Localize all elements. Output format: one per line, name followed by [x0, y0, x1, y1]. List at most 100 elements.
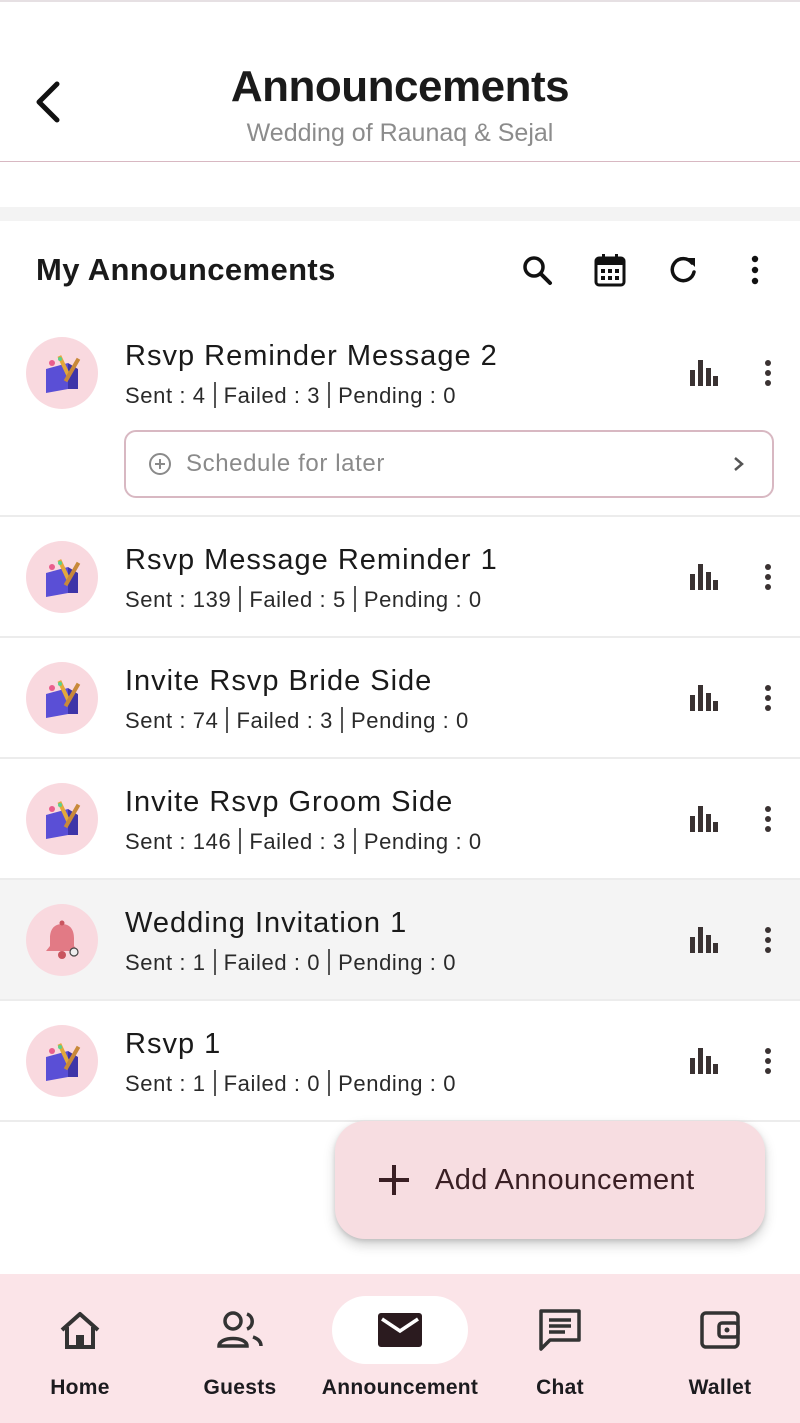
sent-count: Sent : 74 — [125, 708, 219, 733]
sent-count: Sent : 146 — [125, 829, 232, 854]
gift-icon — [46, 680, 81, 718]
pending-count: Pending : 0 — [350, 708, 469, 733]
nav-icon-container — [332, 1296, 468, 1364]
failed-count: Failed : 0 — [223, 950, 321, 975]
item-menu-button[interactable] — [752, 920, 784, 960]
failed-count: Failed : 0 — [223, 1071, 321, 1096]
announcement-avatar — [26, 1025, 98, 1097]
announcement-avatar — [26, 541, 98, 613]
pending-count: Pending : 0 — [363, 829, 482, 854]
announcement-title: Rsvp 1 — [125, 1028, 222, 1060]
more-vertical-icon — [765, 564, 771, 590]
nav-icon-container — [210, 1296, 270, 1364]
failed-count: Failed : 3 — [249, 829, 346, 854]
nav-label: Guests — [203, 1376, 277, 1399]
schedule-label: Schedule for later — [186, 450, 385, 477]
page-subtitle: Wedding of Raunaq & Sejal — [246, 119, 554, 147]
mail-icon — [378, 1313, 422, 1347]
overflow-menu-button[interactable] — [735, 250, 775, 290]
nav-icon-container — [690, 1296, 750, 1364]
announcement-item[interactable]: Rsvp Message Reminder 1 Sent : 139 Failed… — [0, 517, 800, 638]
chat-icon — [539, 1309, 581, 1351]
bar-chart-icon — [690, 806, 718, 832]
pending-count: Pending : 0 — [363, 587, 482, 612]
section-divider — [0, 207, 800, 221]
nav-item-wallet[interactable]: Wallet — [640, 1274, 800, 1423]
nav-item-announcement[interactable]: Announcement — [320, 1274, 480, 1423]
more-vertical-icon — [765, 927, 771, 953]
section-header: My Announcements — [0, 222, 800, 318]
calendar-icon — [594, 254, 626, 287]
announcement-avatar — [26, 337, 98, 409]
announcement-item[interactable]: Rsvp Reminder Message 2 Sent : 4 Failed :… — [0, 318, 800, 517]
stats-button[interactable] — [686, 1043, 722, 1079]
announcement-item[interactable]: Invite Rsvp Bride Side Sent : 74 Failed :… — [0, 638, 800, 759]
bar-chart-icon — [690, 927, 718, 953]
schedule-for-later-button[interactable]: Schedule for later — [124, 430, 774, 498]
search-button[interactable] — [517, 250, 557, 290]
item-menu-button[interactable] — [752, 678, 784, 718]
nav-item-home[interactable]: Home — [0, 1274, 160, 1423]
announcement-title: Rsvp Message Reminder 1 — [125, 544, 498, 576]
announcement-title: Invite Rsvp Groom Side — [125, 786, 454, 818]
failed-count: Failed : 3 — [236, 708, 333, 733]
announcement-stats: Sent : 1 Failed : 0 Pending : 0 — [125, 949, 456, 976]
bottom-navigation: Home Guests Announcement Chat Wallet — [0, 1274, 800, 1423]
gift-icon — [46, 801, 81, 839]
home-icon — [60, 1312, 100, 1349]
refresh-button[interactable] — [663, 250, 703, 290]
stats-button[interactable] — [686, 559, 722, 595]
nav-item-chat[interactable]: Chat — [480, 1274, 640, 1423]
failed-count: Failed : 5 — [249, 587, 346, 612]
failed-count: Failed : 3 — [223, 383, 321, 408]
bar-chart-icon — [690, 1048, 718, 1074]
bar-chart-icon — [690, 685, 718, 711]
announcement-title: Wedding Invitation 1 — [125, 907, 408, 939]
pending-count: Pending : 0 — [338, 383, 457, 408]
announcement-avatar — [26, 783, 98, 855]
add-announcement-label: Add Announcement — [435, 1163, 695, 1196]
bell-icon — [46, 920, 79, 959]
section-title: My Announcements — [36, 252, 336, 287]
stats-button[interactable] — [686, 801, 722, 837]
more-vertical-icon — [765, 685, 771, 711]
stats-button[interactable] — [686, 355, 722, 391]
refresh-icon — [670, 256, 696, 283]
more-vertical-icon — [765, 360, 771, 386]
announcement-title: Invite Rsvp Bride Side — [125, 665, 433, 697]
announcement-item[interactable]: Rsvp 1 Sent : 1 Failed : 0 Pending : 0 — [0, 1001, 800, 1122]
item-menu-button[interactable] — [752, 1041, 784, 1081]
announcement-stats: Sent : 139 Failed : 5 Pending : 0 — [125, 586, 482, 613]
stats-button[interactable] — [686, 680, 722, 716]
sent-count: Sent : 139 — [125, 587, 232, 612]
nav-label: Announcement — [321, 1376, 479, 1399]
stats-button[interactable] — [686, 922, 722, 958]
announcement-stats: Sent : 1 Failed : 0 Pending : 0 — [125, 1070, 456, 1097]
sent-count: Sent : 1 — [125, 950, 206, 975]
guests-icon — [217, 1311, 263, 1348]
page-title: Announcements — [230, 62, 570, 111]
plus-icon — [379, 1165, 409, 1195]
item-menu-button[interactable] — [752, 799, 784, 839]
calendar-button[interactable] — [590, 250, 630, 290]
announcement-stats: Sent : 74 Failed : 3 Pending : 0 — [125, 707, 469, 734]
top-app-bar: Announcements Wedding of Raunaq & Sejal — [0, 0, 800, 162]
pending-count: Pending : 0 — [338, 950, 457, 975]
announcement-stats: Sent : 146 Failed : 3 Pending : 0 — [125, 828, 482, 855]
nav-item-guests[interactable]: Guests — [160, 1274, 320, 1423]
item-menu-button[interactable] — [752, 557, 784, 597]
announcement-item[interactable]: Invite Rsvp Groom Side Sent : 146 Failed … — [0, 759, 800, 880]
nav-label: Chat — [536, 1376, 584, 1399]
nav-label: Wallet — [688, 1376, 752, 1399]
nav-icon-container — [50, 1296, 110, 1364]
nav-label: Home — [50, 1376, 110, 1399]
wallet-icon — [700, 1311, 740, 1349]
more-vertical-icon — [751, 255, 759, 285]
announcement-item[interactable]: Wedding Invitation 1 Sent : 1 Failed : 0 P… — [0, 880, 800, 1001]
chevron-right-icon — [734, 457, 744, 471]
gift-icon — [46, 559, 81, 597]
add-announcement-button[interactable]: Add Announcement — [335, 1121, 765, 1239]
item-menu-button[interactable] — [752, 353, 784, 393]
nav-icon-container — [530, 1296, 590, 1364]
bar-chart-icon — [690, 360, 718, 386]
